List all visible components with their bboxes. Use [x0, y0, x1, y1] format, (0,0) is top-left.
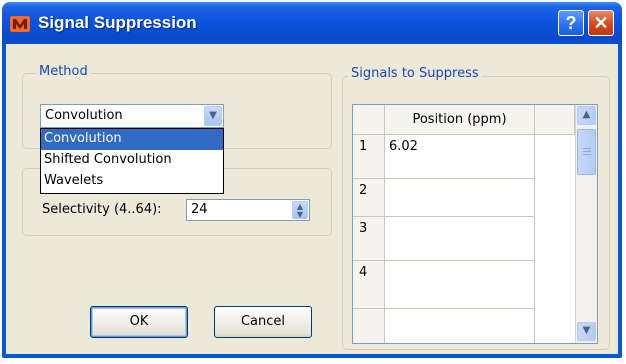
selectivity-spinbox[interactable]: 24 ▲ ▼	[186, 199, 310, 221]
app-logo-icon	[10, 16, 30, 32]
position-column-header[interactable]: Position (ppm)	[385, 105, 535, 135]
row-number[interactable]: 2	[353, 179, 385, 217]
cancel-button[interactable]: Cancel	[214, 306, 312, 338]
table-cell-position[interactable]	[385, 217, 535, 261]
table-corner-header	[353, 105, 385, 135]
arrow-up-icon[interactable]: ▲	[577, 106, 596, 125]
method-select[interactable]: Convolution ▼	[40, 104, 224, 128]
dropdown-option-shifted-convolution[interactable]: Shifted Convolution	[41, 150, 223, 171]
row-number-partial	[353, 309, 385, 343]
row-number[interactable]: 3	[353, 217, 385, 261]
dropdown-option-wavelets[interactable]: Wavelets	[41, 171, 223, 192]
method-group-title: Method	[36, 64, 91, 79]
method-select-value: Convolution	[45, 108, 123, 123]
spin-arrows-icon[interactable]: ▲ ▼	[292, 201, 308, 219]
close-button[interactable]: ✕	[588, 10, 614, 36]
table-cell-partial	[385, 309, 535, 343]
close-icon: ✕	[593, 13, 609, 33]
row-number[interactable]: 1	[353, 135, 385, 179]
title-bar[interactable]: Signal Suppression ? ✕	[2, 2, 622, 44]
table-cell-position[interactable]: 6.02	[385, 135, 535, 179]
empty-column-header	[535, 105, 575, 135]
signals-table: Position (ppm) 1 6.02 2 3 4 ▲ ▼	[352, 104, 598, 344]
arrow-down-icon[interactable]: ▼	[577, 322, 596, 341]
dialog-window: Signal Suppression ? ✕ Method Convolutio…	[2, 2, 622, 358]
method-dropdown-list: Convolution Shifted Convolution Wavelets	[40, 128, 224, 194]
selectivity-label: Selectivity (4..64):	[42, 202, 162, 217]
table-cell-position[interactable]	[385, 179, 535, 217]
table-cell-position[interactable]	[385, 261, 535, 309]
signals-group-title: Signals to Suppress	[348, 66, 482, 81]
chevron-down-icon[interactable]: ▼	[204, 106, 222, 126]
ok-button[interactable]: OK	[90, 306, 188, 338]
dropdown-option-convolution[interactable]: Convolution	[41, 129, 223, 150]
dialog-body: Method Convolution ▼ Convolution Shifted…	[6, 44, 618, 354]
selectivity-value: 24	[191, 202, 208, 217]
question-icon: ?	[565, 13, 577, 33]
help-button[interactable]: ?	[558, 10, 584, 36]
window-title: Signal Suppression	[38, 13, 197, 32]
table-scrollbar[interactable]: ▲ ▼	[575, 105, 597, 343]
row-number[interactable]: 4	[353, 261, 385, 309]
scroll-thumb[interactable]	[577, 129, 596, 175]
